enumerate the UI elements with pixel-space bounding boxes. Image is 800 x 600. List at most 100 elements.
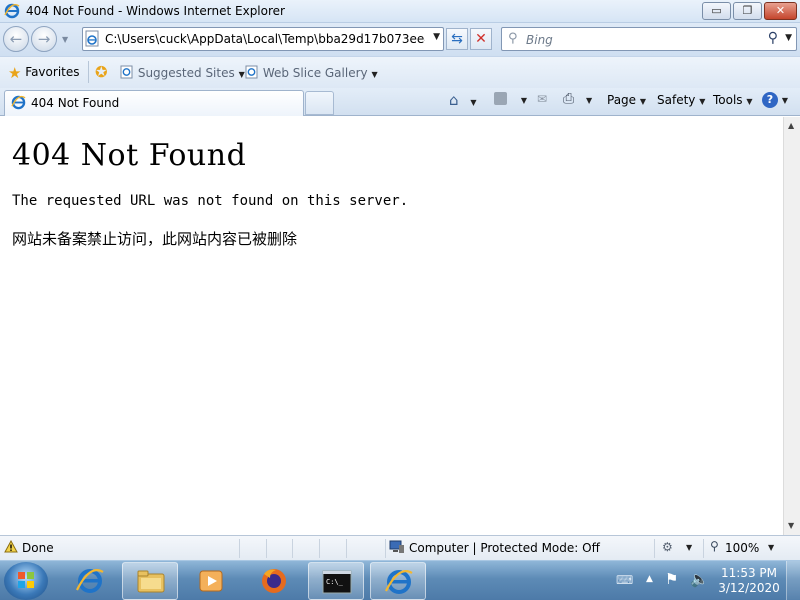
help-button[interactable]: ? ▼: [762, 92, 788, 108]
windows-logo-icon: [18, 572, 34, 588]
action-center-flag-icon[interactable]: ⚑: [665, 570, 678, 588]
refresh-icon: ⇆: [451, 31, 463, 47]
volume-icon[interactable]: 🔈: [690, 570, 709, 588]
chevron-down-icon: ▼: [470, 98, 477, 107]
search-icon[interactable]: ⚲: [768, 30, 778, 46]
tools-menu[interactable]: Tools ▼: [713, 93, 753, 107]
suggested-sites-label: Suggested Sites: [137, 66, 235, 80]
refresh-button[interactable]: ⇆: [446, 28, 468, 50]
forward-arrow-icon: →: [37, 30, 51, 48]
zoom-dropdown-icon[interactable]: ▼: [768, 543, 774, 552]
chevron-down-icon: ▼: [238, 70, 245, 79]
suggested-sites-link[interactable]: Suggested Sites ▼: [120, 65, 245, 80]
close-button[interactable]: ✕: [764, 2, 797, 20]
favorites-label: Favorites: [25, 65, 80, 79]
title-bar: 404 Not Found - Windows Internet Explore…: [0, 0, 800, 23]
tools-menu-label: Tools: [713, 93, 743, 107]
taskbar-internet-explorer-active[interactable]: [370, 562, 426, 600]
ie-logo-icon: [11, 95, 26, 113]
forward-button[interactable]: →: [31, 26, 57, 52]
media-player-icon: [199, 570, 223, 592]
favorites-star-icon: ★: [8, 64, 22, 82]
zoom-icon: ⚲: [710, 539, 719, 553]
notice-text: 网站未备案禁止访问，此网站内容已被删除: [12, 230, 298, 248]
print-button[interactable]: ⎙ ▼: [563, 91, 592, 107]
page-menu-label: Page: [607, 93, 637, 107]
computer-zone-icon: [389, 540, 405, 557]
chevron-down-icon: ▼: [586, 96, 593, 105]
separator: [385, 539, 386, 558]
safety-menu-label: Safety: [657, 93, 696, 107]
bing-search-icon: ⚲: [508, 31, 518, 46]
security-zone-text[interactable]: Computer | Protected Mode: Off: [409, 541, 600, 555]
ie-page-icon: [120, 65, 134, 80]
tab-bar: 404 Not Found ⌂ ▼ ▼ ✉ ⎙ ▼ Page ▼ Safety …: [0, 88, 800, 116]
page-content: 404 Not Found The requested URL was not …: [1, 117, 783, 535]
new-tab-button[interactable]: [305, 91, 334, 115]
separator: [654, 539, 655, 558]
tab-404-not-found[interactable]: 404 Not Found: [4, 90, 304, 116]
taskbar-command-prompt[interactable]: C:\_: [308, 562, 364, 600]
command-prompt-icon: C:\_: [322, 570, 352, 594]
add-to-favorites-icon[interactable]: ✪: [95, 63, 108, 81]
clock-date: 3/12/2020: [718, 581, 780, 595]
separator: [88, 61, 89, 83]
chevron-down-icon[interactable]: ▼: [686, 543, 692, 552]
chevron-down-icon: ▼: [746, 97, 753, 106]
taskbar-windows-explorer[interactable]: [122, 562, 178, 600]
search-input[interactable]: Bing: [526, 33, 553, 47]
address-input[interactable]: C:\Users\cuck\AppData\Local\Temp\bba29d1…: [105, 32, 425, 46]
web-slice-gallery-link[interactable]: Web Slice Gallery ▼: [245, 65, 378, 80]
maximize-button[interactable]: ❐: [733, 2, 762, 20]
read-mail-button[interactable]: ✉: [537, 92, 547, 106]
scroll-up-icon[interactable]: ▲: [788, 121, 794, 130]
home-icon: ⌂: [449, 91, 459, 109]
show-hidden-icons-icon[interactable]: ▲: [646, 574, 653, 584]
taskbar-firefox[interactable]: [246, 562, 302, 600]
chevron-down-icon: ▼: [371, 70, 378, 79]
search-options-dropdown-icon[interactable]: ▼: [785, 33, 792, 43]
taskbar-internet-explorer[interactable]: [62, 562, 118, 600]
internet-explorer-icon: [76, 569, 104, 593]
minimize-button[interactable]: ▭: [702, 2, 731, 20]
favorites-bar: ★ Favorites ✪ Suggested Sites ▼ Web Slic…: [0, 56, 800, 88]
separator: [292, 539, 293, 558]
page-icon: [85, 30, 101, 51]
keyboard-icon[interactable]: ⌨: [616, 573, 633, 587]
firefox-icon: [262, 569, 286, 593]
search-box[interactable]: ⚲ Bing ⚲ ▼: [501, 27, 797, 51]
rss-feed-icon: [494, 92, 507, 105]
chevron-down-icon: ▼: [639, 97, 647, 106]
back-button[interactable]: ←: [3, 26, 29, 52]
close-icon: ✕: [775, 4, 786, 17]
show-desktop-button[interactable]: [786, 561, 800, 600]
page-privacy-icon[interactable]: ⚙: [662, 540, 673, 554]
stop-button[interactable]: ✕: [470, 28, 492, 50]
clock-time: 11:53 PM: [721, 566, 777, 580]
ie-logo-icon: [4, 3, 20, 22]
page-menu[interactable]: Page ▼: [607, 93, 646, 107]
home-button[interactable]: ⌂ ▼: [449, 91, 477, 109]
feeds-button[interactable]: ▼: [494, 92, 527, 106]
address-dropdown-icon[interactable]: ▼: [433, 32, 440, 42]
start-button[interactable]: [4, 562, 48, 600]
stop-icon: ✕: [475, 31, 487, 47]
recent-pages-dropdown-icon[interactable]: ▼: [62, 35, 68, 44]
separator: [703, 539, 704, 558]
web-slice-gallery-label: Web Slice Gallery: [262, 66, 368, 80]
favorites-button[interactable]: ★ Favorites: [8, 64, 80, 82]
minimize-icon: ▭: [711, 4, 722, 17]
status-bar: Done Computer | Protected Mode: Off ⚙ ▼ …: [0, 535, 800, 560]
taskbar-media-player[interactable]: [184, 562, 240, 600]
safety-menu[interactable]: Safety ▼: [657, 93, 705, 107]
zoom-level[interactable]: 100%: [725, 541, 759, 555]
system-clock[interactable]: 11:53 PM 3/12/2020: [716, 566, 782, 596]
scroll-down-icon[interactable]: ▼: [788, 521, 794, 530]
separator: [346, 539, 347, 558]
folder-icon: [137, 570, 165, 593]
ie-page-icon: [245, 65, 259, 80]
chevron-down-icon: ▼: [699, 97, 706, 106]
mail-icon: ✉: [537, 92, 548, 106]
vertical-scrollbar[interactable]: ▲ ▼: [783, 117, 800, 535]
address-bar[interactable]: C:\Users\cuck\AppData\Local\Temp\bba29d1…: [82, 27, 444, 51]
